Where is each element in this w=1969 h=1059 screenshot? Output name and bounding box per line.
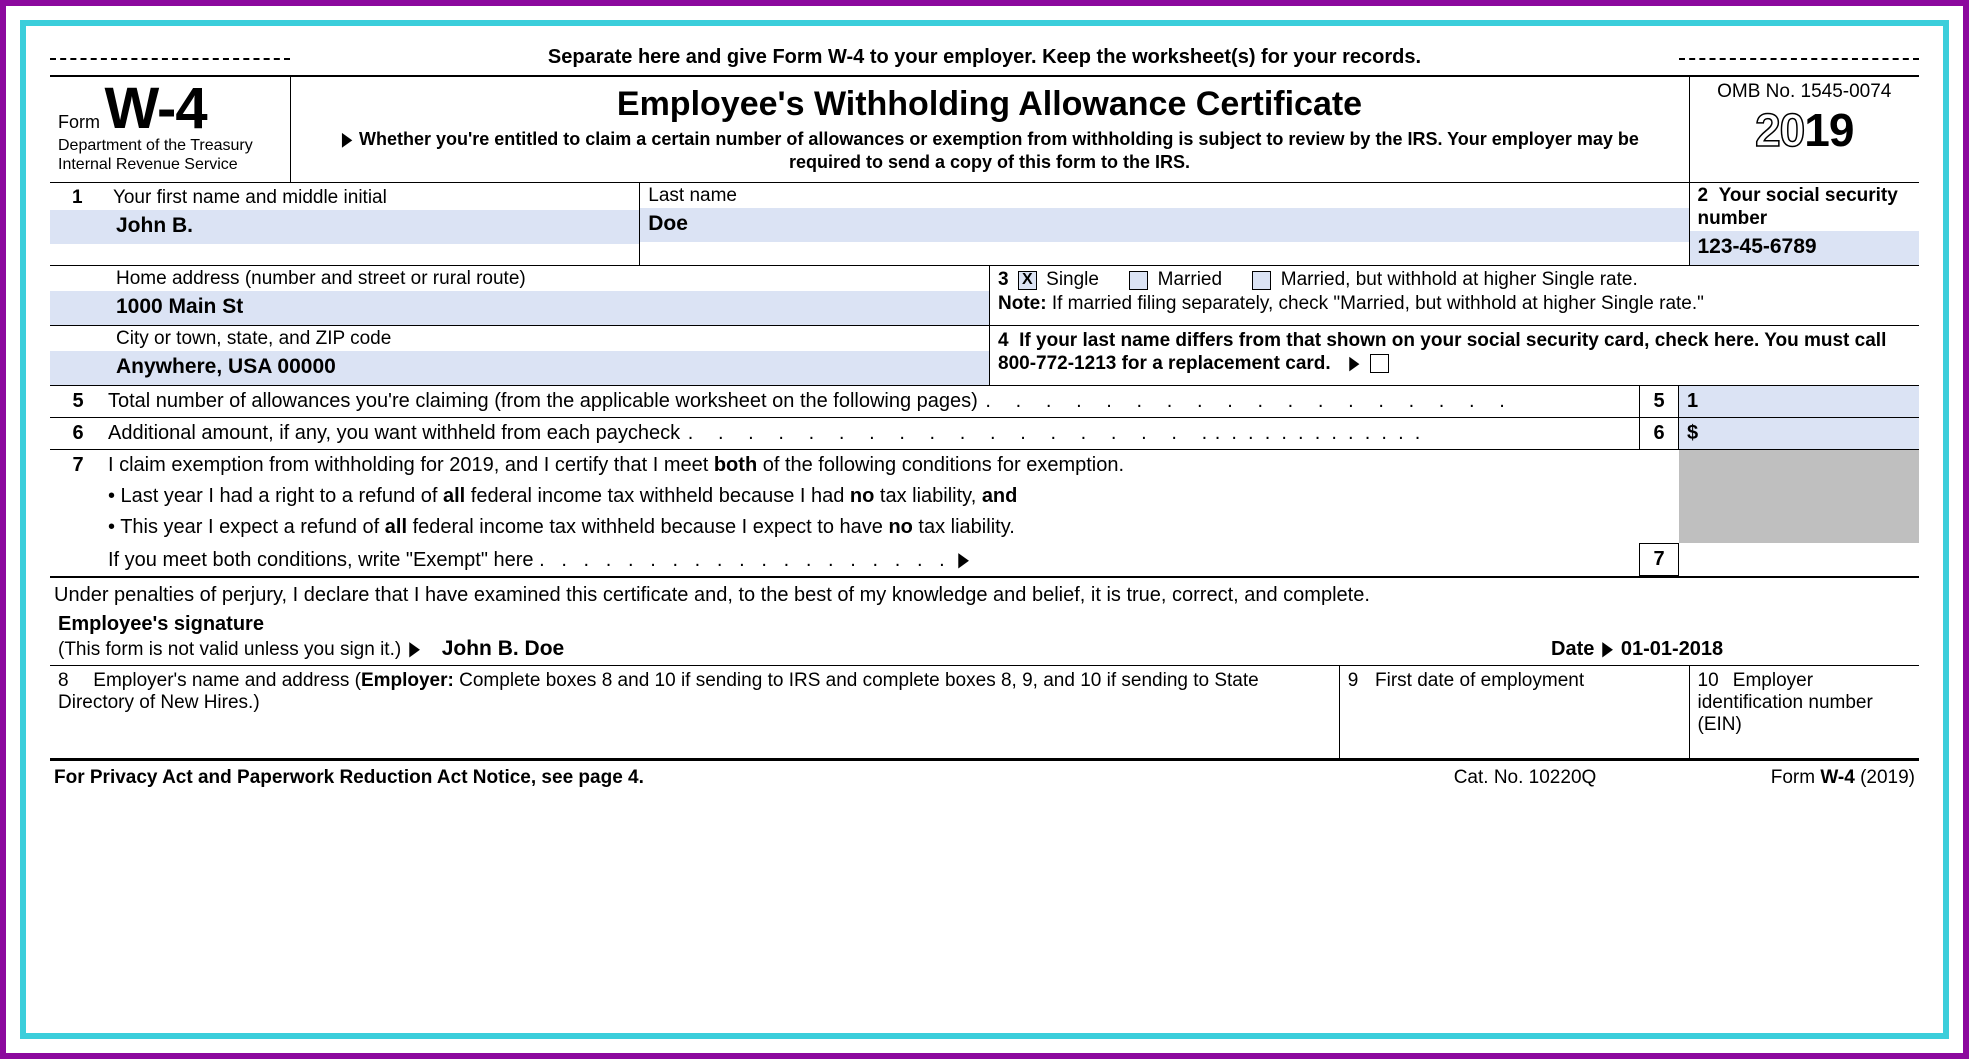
line-6: 6 Additional amount, if any, you want wi…: [50, 417, 1919, 449]
city-label: City or town, state, and ZIP code: [50, 326, 989, 351]
line-7-box-number: 7: [1639, 543, 1679, 576]
box-1-firstname: 1 Your first name and middle initial Joh…: [50, 183, 640, 266]
signature-note: (This form is not valid unless you sign …: [58, 639, 401, 660]
last-name-input[interactable]: Doe: [640, 208, 1688, 242]
perjury-statement: Under penalties of perjury, I declare th…: [50, 577, 1919, 609]
year-suffix: 19: [1804, 104, 1853, 156]
line-5-text: Total number of allowances you're claimi…: [108, 390, 978, 412]
box-1-number: 1: [58, 185, 108, 210]
outer-frame: Separate here and give Form W-4 to your …: [0, 0, 1969, 1059]
ssn-input[interactable]: 123-45-6789: [1690, 231, 1920, 265]
separator-instruction: Separate here and give Form W-4 to your …: [50, 46, 1919, 69]
form-title: Employee's Withholding Allowance Certifi…: [303, 85, 1677, 124]
line-5-value-input[interactable]: 1: [1679, 386, 1919, 417]
form-word: Form: [58, 112, 100, 132]
inner-frame: Separate here and give Form W-4 to your …: [20, 20, 1949, 1039]
form-code: W-4: [104, 81, 206, 136]
footer: For Privacy Act and Paperwork Reduction …: [50, 761, 1919, 789]
footer-right: Form W-4 (2019): [1655, 767, 1915, 789]
line-6-box-number: 6: [1639, 418, 1679, 449]
box-3-number: 3: [998, 269, 1009, 290]
date-block: Date ▶ 01-01-2018: [1551, 636, 1911, 661]
box-2-ssn: 2 Your social security number 123-45-678…: [1689, 183, 1919, 266]
signature-block: Employee's signature (This form is not v…: [58, 613, 1551, 661]
box-9-text: First date of employment: [1375, 670, 1584, 691]
header-middle: Employee's Withholding Allowance Certifi…: [290, 76, 1689, 183]
note-label: Note:: [998, 293, 1047, 314]
opt-married-higher: Married, but withhold at higher Single r…: [1281, 269, 1638, 290]
box-8: 8 Employer's name and address (Employer:…: [50, 665, 1339, 759]
arrow-right-icon: ▶: [1349, 352, 1359, 375]
opt-single: Single: [1046, 269, 1099, 290]
gray-block: [1679, 481, 1919, 512]
line-7-number: 7: [50, 450, 106, 481]
arrow-right-icon: ▶: [958, 547, 969, 572]
home-address-field: Home address (number and street or rural…: [50, 266, 990, 326]
header-left: Form W-4 Department of the Treasury Inte…: [50, 76, 290, 183]
box-4-name-differs: 4 If your last name differs from that sh…: [990, 325, 1920, 385]
header-right: OMB No. 1545-0074 2019: [1689, 76, 1919, 183]
box-2-number: 2: [1698, 185, 1709, 206]
box-3-filing-status: 3 X Single Married Married, but withhold…: [990, 266, 1920, 326]
opt-married: Married: [1158, 269, 1222, 290]
gray-block: [1679, 512, 1919, 543]
checkbox-single[interactable]: X: [1018, 271, 1037, 290]
checkbox-married-higher[interactable]: [1252, 271, 1271, 290]
home-address-input[interactable]: 1000 Main St: [50, 291, 989, 325]
line-5: 5 Total number of allowances you're clai…: [50, 385, 1919, 417]
box-4-number: 4: [998, 330, 1009, 351]
line-5-box-number: 5: [1639, 386, 1679, 417]
first-name-input[interactable]: John B.: [50, 210, 639, 244]
box-10: 10 Employer identification number (EIN): [1689, 665, 1919, 759]
home-address-label: Home address (number and street or rural…: [50, 266, 989, 291]
box-9: 9 First date of employment: [1339, 665, 1689, 759]
box-8-number: 8: [58, 670, 88, 692]
line-7-bullet-2: • This year I expect a refund of all fed…: [106, 512, 1639, 543]
first-name-label: Your first name and middle initial: [113, 187, 387, 208]
line-7-exempt-input[interactable]: [1679, 543, 1919, 576]
form-w4-table: Form W-4 Department of the Treasury Inte…: [50, 75, 1919, 761]
line-6-text: Additional amount, if any, you want with…: [108, 422, 680, 444]
box-10-number: 10: [1698, 670, 1728, 692]
line-7-bullet-1: • Last year I had a right to a refund of…: [106, 481, 1639, 512]
dept-line-1: Department of the Treasury: [58, 136, 282, 155]
footer-left: For Privacy Act and Paperwork Reduction …: [54, 767, 1395, 789]
dept-line-2: Internal Revenue Service: [58, 155, 282, 174]
subtitle-text: Whether you're entitled to claim a certa…: [359, 129, 1639, 172]
signature-input[interactable]: John B. Doe: [442, 637, 565, 661]
arrow-right-icon: ▶: [409, 636, 420, 661]
gray-block: [1679, 450, 1919, 481]
box-9-number: 9: [1348, 670, 1370, 692]
ssn-label: Your social security number: [1698, 185, 1898, 229]
date-label: Date: [1551, 638, 1594, 660]
footer-mid: Cat. No. 10220Q: [1395, 767, 1655, 789]
city-input[interactable]: Anywhere, USA 00000: [50, 351, 989, 385]
line-6-value-input[interactable]: $: [1679, 418, 1919, 449]
checkbox-married[interactable]: [1129, 271, 1148, 290]
arrow-right-icon: ▶: [1602, 636, 1613, 661]
city-field: City or town, state, and ZIP code Anywhe…: [50, 325, 990, 385]
note-text: If married filing separately, check "Mar…: [1047, 293, 1704, 314]
line-7-tail: If you meet both conditions, write "Exem…: [108, 549, 534, 571]
date-input[interactable]: 01-01-2018: [1621, 638, 1723, 660]
line-6-number: 6: [50, 418, 106, 449]
last-name-label: Last name: [640, 183, 1688, 208]
tax-year: 2019: [1696, 103, 1914, 157]
signature-label: Employee's signature: [58, 613, 1551, 636]
checkbox-name-differs[interactable]: [1370, 354, 1389, 373]
line-5-number: 5: [50, 386, 106, 417]
arrow-right-icon: ▶: [342, 128, 352, 151]
line-7: 7 I claim exemption from withholding for…: [50, 449, 1919, 576]
box-8-text: Employer's name and address (Employer: C…: [58, 670, 1259, 713]
omb-number: OMB No. 1545-0074: [1696, 81, 1914, 103]
box-1-lastname: Last name Doe: [640, 183, 1689, 266]
box-4-text: If your last name differs from that show…: [998, 330, 1886, 374]
year-prefix: 20: [1755, 104, 1804, 156]
line-7-intro: I claim exemption from withholding for 2…: [106, 450, 1639, 481]
form-subtitle: ▶ Whether you're entitled to claim a cer…: [303, 128, 1677, 173]
